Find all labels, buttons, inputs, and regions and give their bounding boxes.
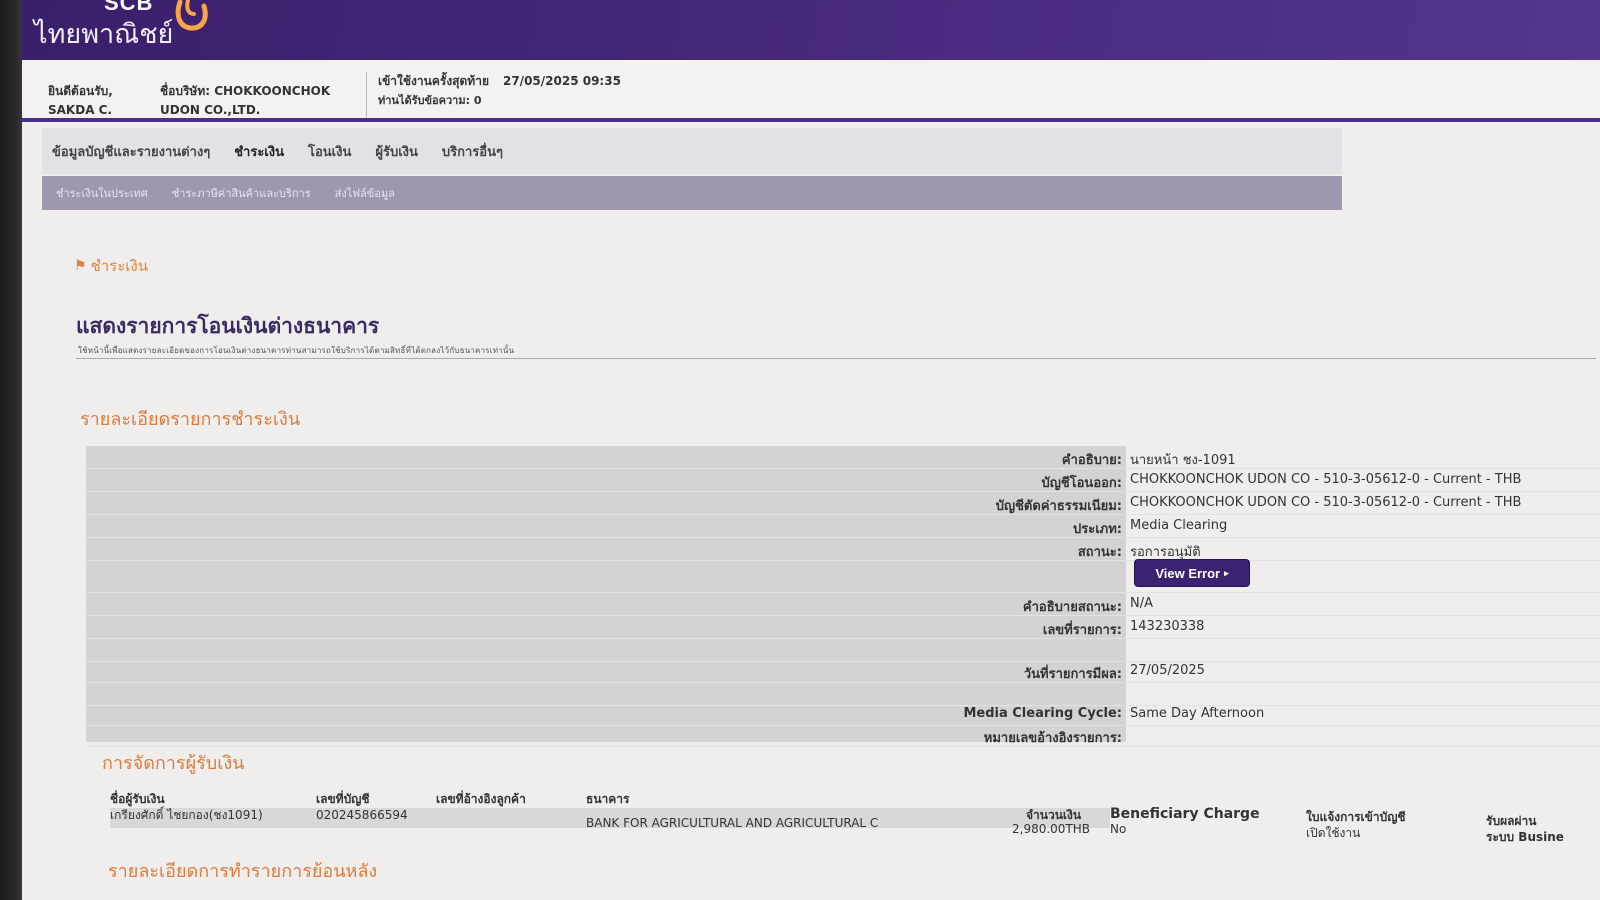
payee-name[interactable]: เกรียงศักดิ์ ไชยกอง(ชง1091) — [110, 806, 263, 825]
welcome-block: ยินดีต้อนรับ, SAKDA C. — [48, 82, 113, 120]
detail-row-type: ประเภท: Media Clearing — [86, 515, 1600, 538]
detail-value: 27/05/2025 — [1130, 663, 1205, 678]
detail-label: ประเภท: — [1073, 522, 1122, 537]
detail-label: วันที่รายการมีผล: — [1023, 667, 1122, 682]
detail-label: สถานะ: — [1077, 545, 1122, 560]
page-subtitle: ใช้หน้านี้เพื่อแสดงรายละเอียดของการโอนเง… — [78, 346, 515, 355]
detail-label: บัญชีโอนออก: — [1041, 476, 1122, 491]
arrow-right-icon: ▸ — [1224, 567, 1229, 578]
sub-navigation: ชำระเงินในประเทศ ชำระภาษีค่าสินค้าและบริ… — [42, 176, 1342, 210]
main-navigation: ข้อมูลบัญชีและรายงานต่างๆ ชำระเงิน โอนเง… — [42, 128, 1342, 174]
section-title-payment-details: รายละเอียดรายการชำระเงิน — [80, 409, 301, 430]
payee-bank: BANK FOR AGRICULTURAL AND AGRICULTURAL C — [586, 816, 879, 830]
breadcrumb: ⚑ ชำระเงิน — [74, 254, 148, 278]
last-login-value: 27/05/2025 09:35 — [502, 74, 621, 88]
detail-row-clearing-cycle: Media Clearing Cycle: Same Day Afternoon — [86, 703, 1600, 726]
title-divider — [76, 358, 1596, 359]
detail-value: CHOKKOONCHOK UDON CO - 510-3-05612-0 - C… — [1130, 495, 1522, 510]
info-divider — [366, 72, 367, 118]
subnav-item-domestic-payment[interactable]: ชำระเงินในประเทศ — [56, 184, 148, 202]
detail-value: 143230338 — [1130, 619, 1205, 634]
payee-amount: 2,980.00THB — [1012, 822, 1091, 836]
col-header-customer-ref: เลขที่อ้างอิงลูกค้า — [436, 792, 526, 806]
page-title: แสดงรายการโอนเงินต่างธนาคาร — [76, 314, 380, 338]
detail-row-view-error — [86, 561, 1600, 593]
section-title-history: รายละเอียดการทำรายการย้อนหลัง — [108, 861, 378, 882]
detail-label: เลขที่รายการ: — [1042, 623, 1122, 638]
detail-row-status: สถานะ: รอการอนุมัติ — [86, 538, 1600, 561]
nav-item-payees[interactable]: ผู้รับเงิน — [375, 141, 418, 162]
detail-value: นายหน้า ชง-1091 — [1130, 453, 1236, 468]
col-header-notice-line2: เปิดใช้งาน — [1306, 826, 1361, 840]
detail-label: คำอธิบาย: — [1061, 453, 1122, 468]
nav-item-other-services[interactable]: บริการอื่นๆ — [442, 141, 503, 162]
last-login-label: เข้าใช้งานครั้งสุดท้าย — [378, 74, 489, 88]
detail-row-effective-date: วันที่รายการมีผล: 27/05/2025 — [86, 660, 1600, 683]
payee-table: ชื่อผู้รับเงิน เลขที่บัญชี เลขที่อ้างอิง… — [110, 790, 1600, 850]
user-info-strip: ยินดีต้อนรับ, SAKDA C. ชื่อบริษัท: CHOKK… — [22, 60, 1600, 122]
nav-item-transfer[interactable]: โอนเงิน — [308, 141, 351, 162]
browser-screen: SCB ไทยพาณิชย์ ยินดีต้อนรับ, SAKDA C. ชื… — [22, 0, 1600, 900]
detail-label: Media Clearing Cycle: — [963, 706, 1122, 721]
col-header-receive-line2: ระบบ Busine — [1486, 830, 1564, 844]
monitor-bezel — [0, 0, 22, 900]
detail-row-spacer — [86, 639, 1600, 662]
detail-value: N/A — [1130, 596, 1153, 611]
scb-emblem-icon — [175, 0, 208, 31]
col-header-beneficiary-charge: Beneficiary Charge — [1110, 806, 1260, 822]
view-error-label: View Error — [1155, 565, 1221, 581]
flag-icon: ⚑ — [74, 258, 87, 274]
payment-details-table: คำอธิบาย: นายหน้า ชง-1091 บัญชีโอนออก: C… — [86, 446, 1600, 747]
detail-row-debit-account: บัญชีโอนออก: CHOKKOONCHOK UDON CO - 510-… — [86, 469, 1600, 492]
breadcrumb-label[interactable]: ชำระเงิน — [91, 254, 148, 278]
detail-row-transaction-number: เลขที่รายการ: 143230338 — [86, 616, 1600, 639]
detail-value: CHOKKOONCHOK UDON CO - 510-3-05612-0 - C… — [1130, 472, 1522, 487]
company-name: ชื่อบริษัท: CHOKKOONCHOK — [160, 84, 331, 98]
detail-row-status-description: คำอธิบายสถานะ: N/A — [86, 593, 1600, 616]
subnav-item-tax-payment[interactable]: ชำระภาษีค่าสินค้าและบริการ — [172, 184, 311, 202]
messages-count[interactable]: ท่านได้รับข้อความ: 0 — [378, 91, 621, 110]
col-header-account: เลขที่บัญชี — [316, 792, 370, 806]
payee-beneficiary-charge: No — [1110, 822, 1127, 836]
detail-value: Media Clearing — [1130, 518, 1228, 533]
section-title-payee-management: การจัดการผู้รับเงิน — [102, 753, 245, 774]
detail-label: คำอธิบายสถานะ: — [1022, 600, 1122, 615]
company-block: ชื่อบริษัท: CHOKKOONCHOK UDON CO.,LTD. — [160, 82, 330, 120]
detail-row-fee-account: บัญชีตัดค่าธรรมเนียม: CHOKKOONCHOK UDON … — [86, 492, 1600, 515]
detail-label: หมายเลขอ้างอิงรายการ: — [983, 731, 1122, 746]
nav-item-payment[interactable]: ชำระเงิน — [234, 141, 284, 162]
col-header-bank: ธนาคาร — [586, 792, 630, 806]
subnav-item-upload-file[interactable]: ส่งไฟล์ข้อมูล — [335, 184, 395, 202]
last-login-block: เข้าใช้งานครั้งสุดท้าย 27/05/2025 09:35 … — [378, 72, 621, 110]
detail-row-description: คำอธิบาย: นายหน้า ชง-1091 — [86, 446, 1600, 469]
detail-value: Same Day Afternoon — [1130, 706, 1265, 721]
detail-row-reference-number: หมายเลขอ้างอิงรายการ: — [86, 724, 1600, 747]
company-name-line2: UDON CO.,LTD. — [160, 103, 261, 117]
welcome-label: ยินดีต้อนรับ, — [48, 84, 113, 98]
payee-account: 020245866594 — [316, 808, 408, 822]
detail-label: บัญชีตัดค่าธรรมเนียม: — [995, 499, 1122, 514]
welcome-user: SAKDA C. — [48, 103, 113, 117]
brand-name-th: ไทยพาณิชย์ — [34, 19, 174, 50]
nav-item-accounts[interactable]: ข้อมูลบัญชีและรายงานต่างๆ — [52, 141, 210, 162]
view-error-button[interactable]: View Error ▸ — [1134, 559, 1250, 587]
